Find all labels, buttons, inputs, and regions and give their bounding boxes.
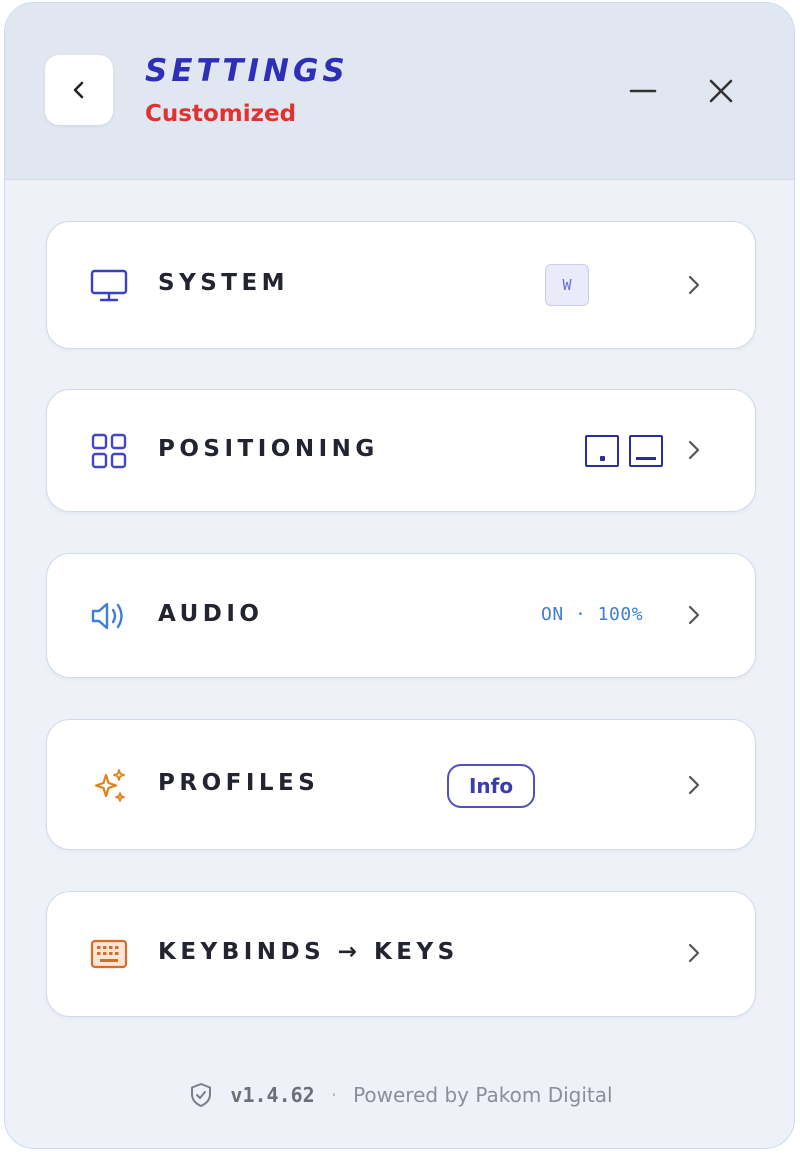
menu-item-keybinds[interactable]: KEYBINDS → KEYS: [46, 891, 756, 1017]
chevron-right-icon: [679, 270, 709, 300]
menu-item-system[interactable]: SYSTEM W: [46, 221, 756, 349]
monitor-icon: [87, 263, 131, 307]
minimize-icon: [629, 89, 657, 93]
menu-item-label: POSITIONING: [158, 436, 379, 462]
chevron-right-icon: [679, 435, 709, 465]
settings-window: SETTINGS Customized SYSTEM W POSITIONING…: [4, 2, 795, 1149]
position-center-icon[interactable]: [585, 435, 619, 467]
menu-item-label: SYSTEM: [158, 270, 290, 296]
header: SETTINGS Customized: [5, 3, 794, 180]
chevron-right-icon: [679, 600, 709, 630]
chevron-right-icon: [679, 938, 709, 968]
chevron-right-icon: [679, 770, 709, 800]
menu-item-label: KEYBINDS → KEYS: [158, 939, 459, 965]
page-title: SETTINGS: [145, 53, 349, 89]
minimize-button[interactable]: [621, 69, 665, 113]
key-badge: W: [545, 264, 589, 306]
version-label: v1.4.62: [230, 1083, 315, 1107]
chevron-left-icon: [73, 81, 84, 99]
footer-separator: ·: [330, 1083, 338, 1107]
position-bottom-icon[interactable]: [629, 435, 663, 467]
menu-item-profiles[interactable]: PROFILES Info: [46, 719, 756, 850]
info-button[interactable]: Info: [447, 764, 535, 808]
speaker-icon: [87, 594, 131, 638]
menu-item-label: PROFILES: [158, 770, 320, 796]
footer: v1.4.62 · Powered by Pakom Digital: [5, 1075, 794, 1115]
close-button[interactable]: [699, 69, 743, 113]
grid-icon: [87, 429, 131, 473]
keyboard-icon: [87, 932, 131, 976]
audio-status: ON · 100%: [541, 604, 644, 625]
close-icon: [709, 79, 733, 103]
menu-item-positioning[interactable]: POSITIONING: [46, 389, 756, 512]
back-button[interactable]: [45, 55, 113, 125]
sparkles-icon: [87, 764, 131, 808]
shield-check-icon: [186, 1080, 216, 1110]
page-subtitle: Customized: [145, 101, 297, 127]
menu-item-audio[interactable]: AUDIO ON · 100%: [46, 553, 756, 678]
powered-by-label: Powered by Pakom Digital: [353, 1083, 613, 1107]
menu-item-label: AUDIO: [158, 601, 264, 627]
